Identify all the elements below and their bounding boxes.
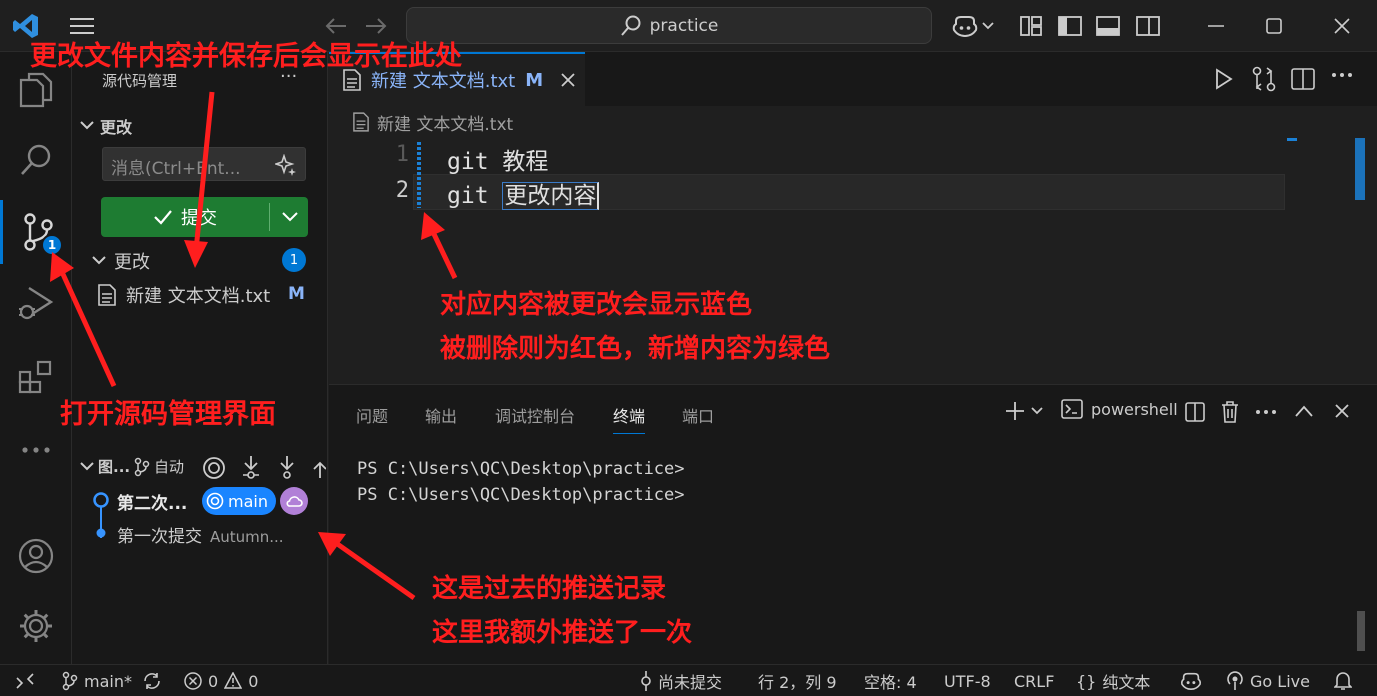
annotation-color-note-1: 对应内容被更改会显示蓝色: [440, 290, 753, 320]
annotation-color-note-2: 被删除则为红色，新增内容为绿色: [440, 334, 831, 364]
annotation-scm-note: 打开源码管理界面: [60, 399, 276, 430]
annotation-history-note-2: 这里我额外推送了一次: [432, 618, 693, 648]
annotation-save-note: 更改文件内容并保存后会显示在此处: [30, 41, 462, 72]
annotation-history-note-1: 这是过去的推送记录: [432, 574, 667, 604]
